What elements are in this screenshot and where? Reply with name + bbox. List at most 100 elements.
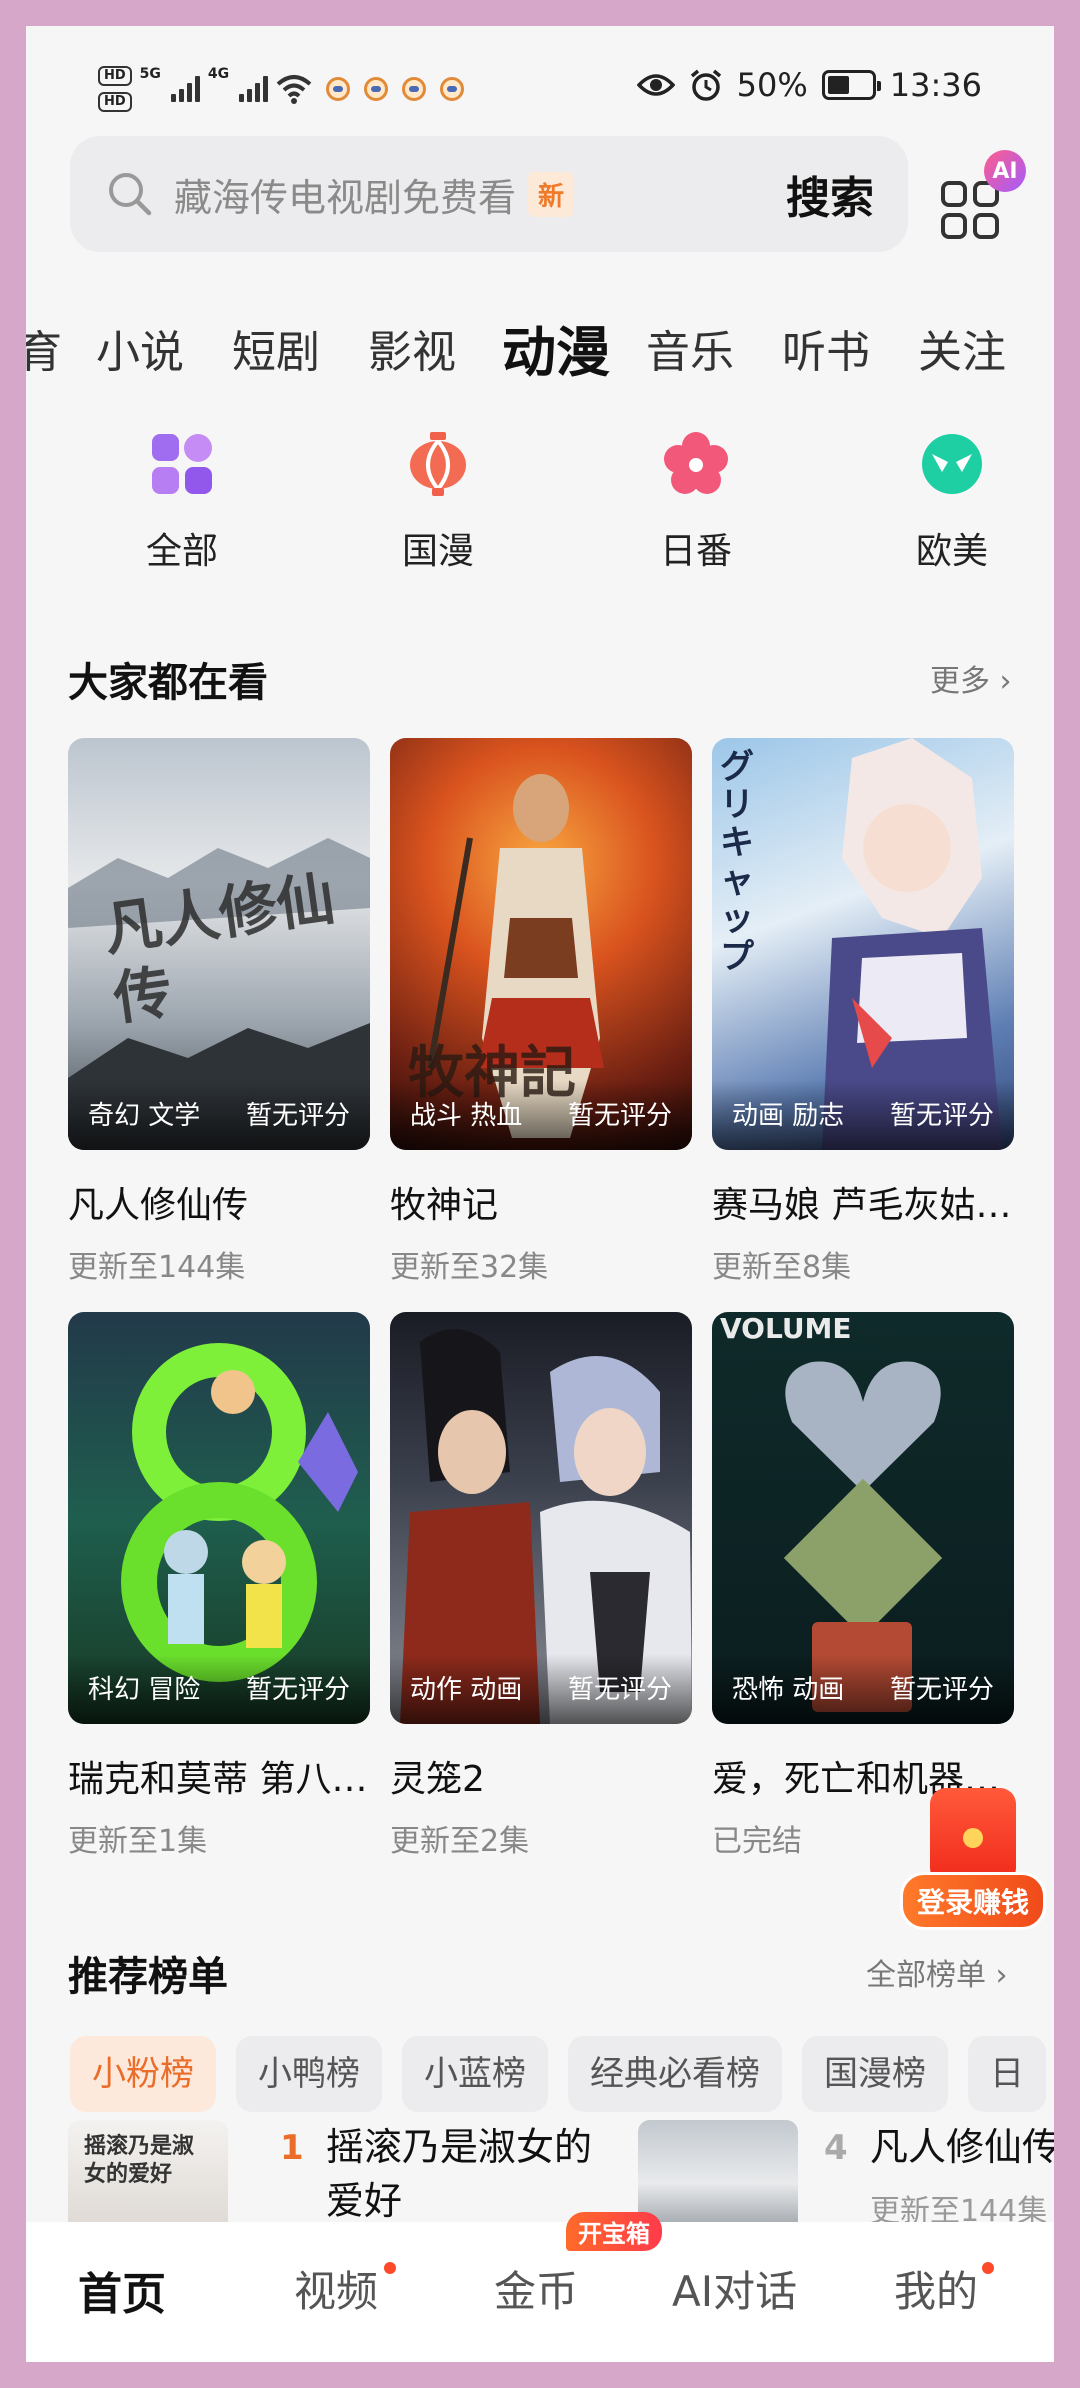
search-bar[interactable]: 藏海传电视剧免费看 新 搜索 bbox=[70, 136, 908, 252]
nav-ai-chat[interactable]: AI对话 bbox=[672, 2258, 797, 2319]
poster-tags-bar: 奇幻 文学 暂无评分 bbox=[68, 1080, 370, 1150]
hd-badge: HD bbox=[98, 92, 132, 112]
score-label: 暂无评分 bbox=[889, 1101, 994, 1131]
notification-app-icon bbox=[364, 77, 389, 101]
tab-sports[interactable]: 育 bbox=[26, 316, 62, 380]
notification-dot bbox=[982, 2262, 994, 2274]
search-button[interactable]: 搜索 bbox=[786, 162, 874, 226]
score-label: 暂无评分 bbox=[245, 1675, 350, 1705]
treasure-box-badge: 开宝箱 bbox=[566, 2212, 662, 2251]
rank-number: 1 bbox=[280, 2128, 304, 2168]
poster-image: グリキャップ 动画 励志 暂无评分 bbox=[712, 738, 1014, 1150]
chevron-right-icon: › bbox=[995, 1958, 1008, 1993]
tab-follow[interactable]: 关注 bbox=[918, 316, 1006, 380]
section-title-ranking: 推荐榜单 bbox=[68, 1954, 228, 2000]
tab-music[interactable]: 音乐 bbox=[646, 316, 734, 380]
chip-guoman-list[interactable]: 国漫榜 bbox=[802, 2036, 948, 2112]
network-type-label: 4G bbox=[207, 66, 230, 82]
score-label: 暂无评分 bbox=[245, 1101, 350, 1131]
login-earn-float-button[interactable]: 登录赚钱 bbox=[900, 1788, 1050, 1938]
tab-novel[interactable]: 小说 bbox=[96, 316, 184, 380]
battery-icon bbox=[821, 70, 881, 100]
poster-tags-bar: 动画 励志 暂无评分 bbox=[712, 1080, 1014, 1150]
category-western[interactable]: 欧美 bbox=[872, 406, 1032, 574]
category-all[interactable]: 全部 bbox=[102, 406, 262, 574]
more-link[interactable]: 更多 › bbox=[930, 656, 1012, 700]
nav-video[interactable]: 视频 bbox=[294, 2258, 378, 2319]
chip-blue-list[interactable]: 小蓝榜 bbox=[402, 2036, 548, 2112]
card-update: 更新至32集 bbox=[390, 1250, 549, 1285]
poster-tags-bar: 战斗 热血 暂无评分 bbox=[390, 1080, 692, 1150]
battery-percent: 50% bbox=[736, 66, 808, 104]
status-left: HD HD 5G 4G bbox=[98, 66, 465, 112]
alarm-icon bbox=[690, 69, 721, 101]
category-japanese[interactable]: 日番 bbox=[616, 406, 776, 574]
anime-card[interactable]: 牧神記 战斗 热血 暂无评分 牧神记 更新至32集 bbox=[390, 738, 692, 1286]
score-label: 暂无评分 bbox=[567, 1675, 672, 1705]
chip-japanese-list[interactable]: 日 bbox=[968, 2036, 1046, 2112]
anime-card[interactable]: 科幻 冒险 暂无评分 瑞克和莫蒂 第八… 更新至1集 bbox=[68, 1312, 370, 1860]
card-title: 瑞克和莫蒂 第八… bbox=[68, 1759, 368, 1800]
eye-icon bbox=[636, 74, 675, 96]
anime-card[interactable]: 动作 动画 暂无评分 灵笼2 更新至2集 bbox=[390, 1312, 692, 1860]
notification-app-icon bbox=[402, 77, 427, 101]
signal-icon bbox=[170, 76, 200, 102]
anime-card[interactable]: グリキャップ 动画 励志 暂无评分 赛马娘 芦毛灰姑… 更新至8集 bbox=[712, 738, 1014, 1286]
category-label: 全部 bbox=[145, 531, 218, 572]
ai-badge: AI bbox=[984, 150, 1026, 192]
notification-app-icon bbox=[440, 77, 465, 101]
rank-title-line: 爱好 bbox=[326, 2179, 403, 2223]
genre-tags: 科幻 冒险 bbox=[88, 1675, 201, 1705]
rank-title-line: 凡人修仙传 bbox=[870, 2125, 1054, 2169]
notification-app-icon bbox=[326, 77, 351, 101]
category-label: 国漫 bbox=[401, 531, 474, 572]
network-type-label: 5G bbox=[139, 66, 161, 82]
search-placeholder: 藏海传电视剧免费看 bbox=[174, 175, 517, 220]
apps-grid-button[interactable]: AI bbox=[940, 150, 1026, 240]
anime-card[interactable]: VOLUME 恐怖 动画 暂无评分 爱，死亡和机器… 已完结 bbox=[712, 1312, 1014, 1860]
sakura-icon bbox=[664, 432, 728, 496]
poster-image: 凡人修仙传 奇幻 文学 暂无评分 bbox=[68, 738, 370, 1150]
genre-tags: 奇幻 文学 bbox=[88, 1101, 201, 1131]
grid-icon bbox=[150, 432, 214, 496]
chip-pink-list[interactable]: 小粉榜 bbox=[70, 2036, 216, 2112]
channel-tabs: 育 小说 短剧 影视 动漫 音乐 听书 关注 bbox=[26, 306, 1054, 386]
nav-coins[interactable]: 金币 bbox=[494, 2258, 578, 2319]
tab-anime[interactable]: 动漫 bbox=[502, 308, 610, 387]
status-bar: HD HD 5G 4G 50% 13:36 bbox=[26, 66, 1054, 126]
red-packet-icon bbox=[930, 1788, 1016, 1884]
nav-home[interactable]: 首页 bbox=[78, 2258, 166, 2322]
anime-card[interactable]: 凡人修仙传 奇幻 文学 暂无评分 凡人修仙传 更新至144集 bbox=[68, 738, 370, 1286]
notification-dot bbox=[384, 2262, 396, 2274]
genre-tags: 动画 励志 bbox=[732, 1101, 845, 1131]
hd-indicators: HD HD bbox=[98, 66, 132, 112]
card-title: 牧神记 bbox=[390, 1185, 499, 1226]
genre-tags: 动作 动画 bbox=[410, 1675, 523, 1705]
all-rankings-label: 全部榜单 bbox=[866, 1958, 986, 1993]
poster-tags-bar: 动作 动画 暂无评分 bbox=[390, 1654, 692, 1724]
bottom-navigation: 首页 视频 金币 开宝箱 AI对话 我的 bbox=[26, 2212, 1054, 2362]
tab-film-tv[interactable]: 影视 bbox=[368, 316, 456, 380]
ranking-chips: 小粉榜 小鸭榜 小蓝榜 经典必看榜 国漫榜日 bbox=[70, 2036, 1054, 2112]
all-rankings-link[interactable]: 全部榜单 › bbox=[866, 1950, 1008, 1994]
poster-image: 牧神記 战斗 热血 暂无评分 bbox=[390, 738, 692, 1150]
card-update: 更新至2集 bbox=[390, 1824, 530, 1859]
card-update: 更新至8集 bbox=[712, 1250, 852, 1285]
card-update: 更新至1集 bbox=[68, 1824, 208, 1859]
nav-mine[interactable]: 我的 bbox=[894, 2258, 978, 2319]
genre-tags: 战斗 热血 bbox=[410, 1101, 523, 1131]
category-guoman[interactable]: 国漫 bbox=[358, 406, 518, 574]
poster-title-art: VOLUME bbox=[720, 1312, 852, 1345]
search-icon bbox=[109, 173, 152, 216]
tab-short-drama[interactable]: 短剧 bbox=[232, 316, 320, 380]
chip-classic-list[interactable]: 经典必看榜 bbox=[568, 2036, 782, 2112]
card-title: 赛马娘 芦毛灰姑… bbox=[712, 1185, 1012, 1226]
poster-image: 科幻 冒险 暂无评分 bbox=[68, 1312, 370, 1724]
tab-audiobook[interactable]: 听书 bbox=[782, 316, 870, 380]
score-label: 暂无评分 bbox=[567, 1101, 672, 1131]
chevron-right-icon: › bbox=[999, 664, 1012, 699]
chip-duck-list[interactable]: 小鸭榜 bbox=[236, 2036, 382, 2112]
section-title-popular: 大家都在看 bbox=[68, 660, 268, 706]
category-row: 全部 国漫 日番 欧美 bbox=[26, 406, 1054, 586]
genre-tags: 恐怖 动画 bbox=[732, 1675, 845, 1705]
